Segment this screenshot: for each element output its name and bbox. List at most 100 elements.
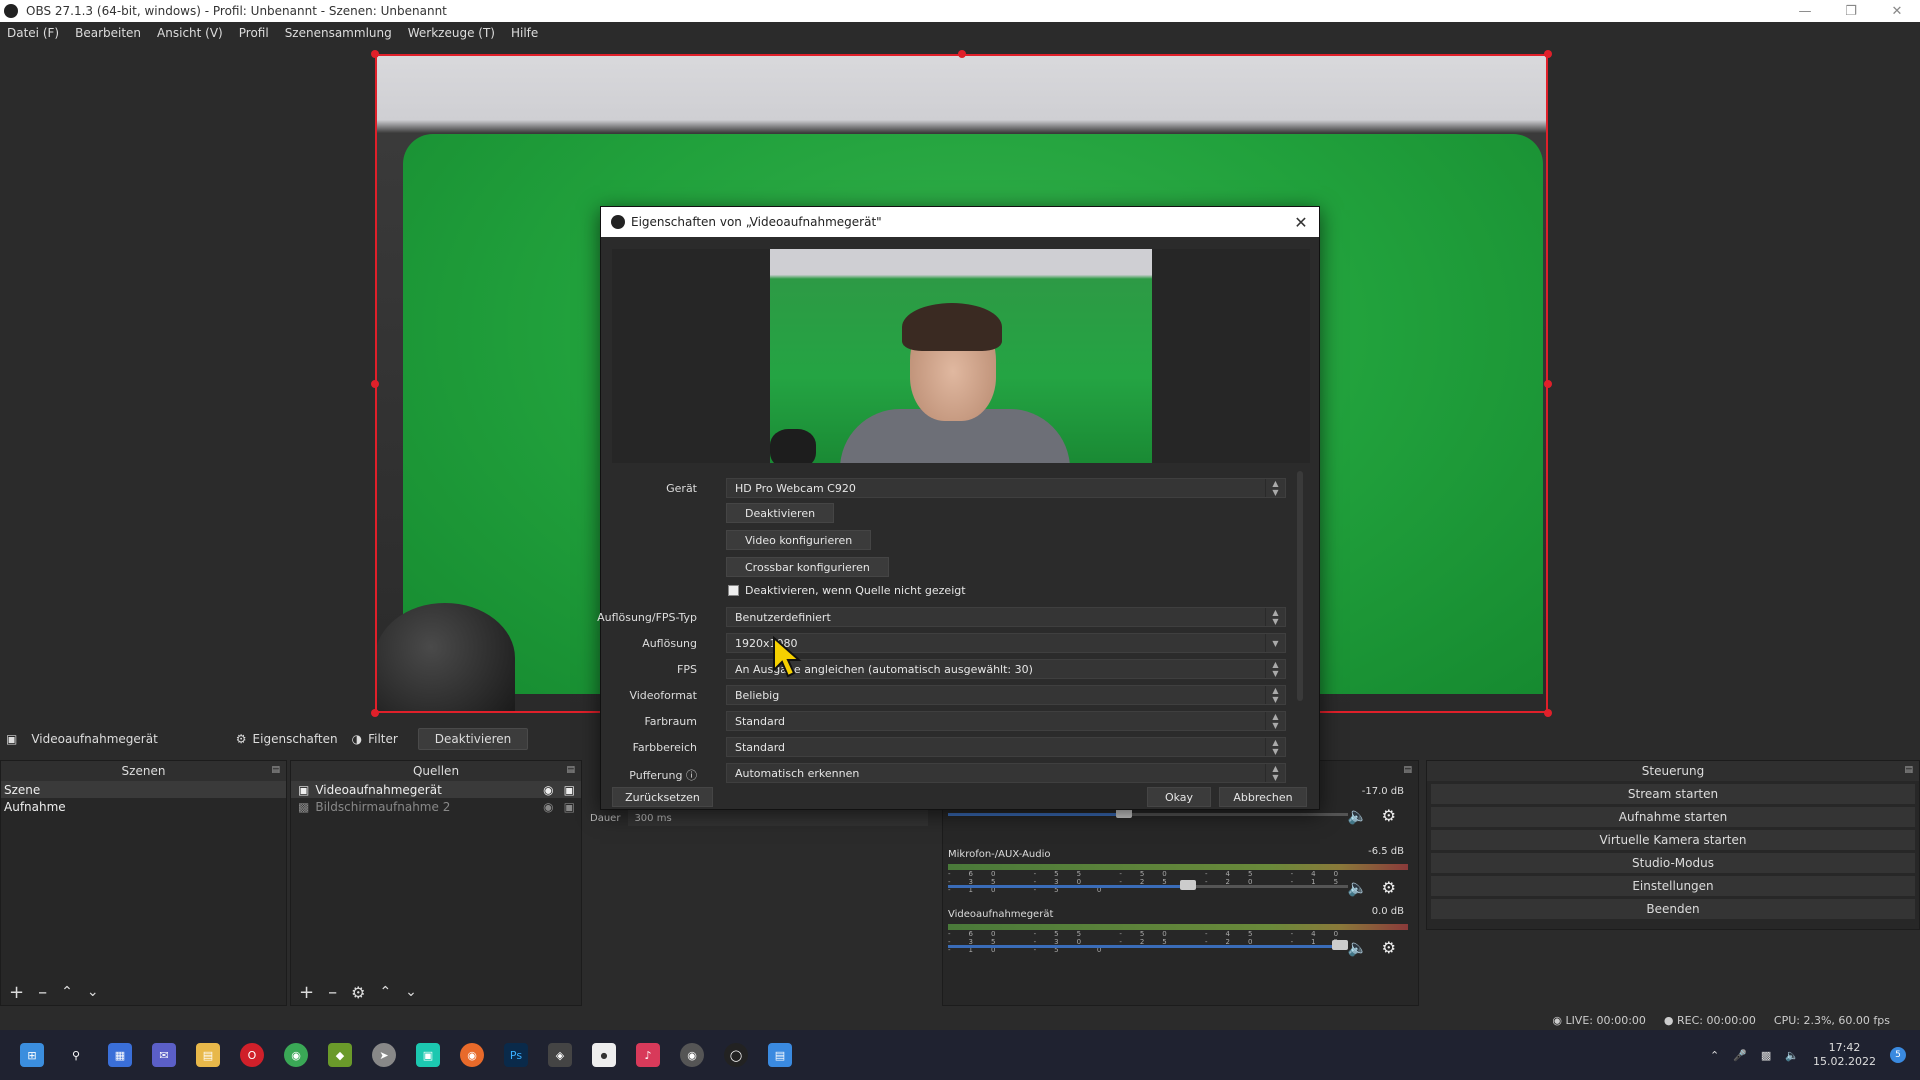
- speaker-icon[interactable]: 🔈: [1348, 806, 1368, 825]
- speaker-icon[interactable]: 🔈: [1348, 938, 1368, 957]
- configure-video-button[interactable]: Video konfigurieren: [726, 530, 872, 550]
- help-icon[interactable]: ⓘ: [686, 769, 697, 782]
- resize-handle-l[interactable]: [371, 379, 379, 388]
- volume-icon[interactable]: 🔈: [1785, 1049, 1799, 1062]
- gear-icon[interactable]: ⚙: [1382, 806, 1396, 825]
- app-icon[interactable]: ●: [592, 1043, 616, 1067]
- remove-icon[interactable]: –: [328, 982, 337, 1003]
- resize-handle-tl[interactable]: [371, 50, 379, 58]
- volume-thumb[interactable]: [1180, 880, 1196, 890]
- configure-crossbar-button[interactable]: Crossbar konfigurieren: [726, 557, 889, 577]
- menu-help[interactable]: Hilfe: [511, 26, 538, 40]
- scene-item[interactable]: Aufnahme: [1, 798, 286, 815]
- app-icon[interactable]: ➤: [372, 1043, 396, 1067]
- fps-select[interactable]: An Ausgabe angleichen (automatisch ausge…: [726, 659, 1286, 679]
- search-icon[interactable]: ⚲: [64, 1043, 88, 1067]
- volume-slider[interactable]: 🔈 ⚙: [948, 878, 1408, 897]
- maximize-button[interactable]: ❐: [1828, 4, 1874, 19]
- okay-button[interactable]: Okay: [1147, 787, 1211, 807]
- volume-thumb[interactable]: [1332, 940, 1348, 950]
- chat-icon[interactable]: ✉: [152, 1043, 176, 1067]
- speaker-icon[interactable]: 🔈: [1348, 878, 1368, 897]
- menu-tools[interactable]: Werkzeuge (T): [408, 26, 495, 40]
- source-item[interactable]: ▩ Bildschirmaufnahme 2 ◉ ▣: [291, 798, 581, 815]
- gear-icon[interactable]: ⚙: [1382, 938, 1396, 957]
- opera-icon[interactable]: O: [240, 1043, 264, 1067]
- gear-icon[interactable]: ⚙: [1382, 878, 1396, 897]
- scene-item[interactable]: Szene: [1, 781, 286, 798]
- studio-mode-button[interactable]: Studio-Modus: [1431, 853, 1915, 873]
- add-icon[interactable]: +: [9, 982, 24, 1003]
- duration-field[interactable]: 300 ms: [628, 810, 929, 826]
- task-view-icon[interactable]: ▦: [108, 1043, 132, 1067]
- resize-handle-br[interactable]: [1544, 709, 1552, 717]
- app-icon[interactable]: ♪: [636, 1043, 660, 1067]
- microphone-icon[interactable]: 🎤: [1733, 1049, 1747, 1062]
- network-icon[interactable]: ▩: [1761, 1049, 1771, 1062]
- app-icon[interactable]: ◆: [328, 1043, 352, 1067]
- resize-handle-tr[interactable]: [1544, 50, 1552, 58]
- undock-icon[interactable]: ▤: [1403, 765, 1412, 775]
- chrome-icon[interactable]: ◉: [284, 1043, 308, 1067]
- undock-icon[interactable]: ▤: [271, 765, 280, 775]
- deactivate-when-hidden-checkbox[interactable]: Deaktivieren, wenn Quelle nicht gezeigt: [728, 584, 966, 597]
- menu-file[interactable]: Datei (F): [7, 26, 59, 40]
- source-item[interactable]: ▣ Videoaufnahmegerät ◉ ▣: [291, 781, 581, 798]
- resize-handle-bl[interactable]: [371, 709, 379, 717]
- move-up-icon[interactable]: ⌃: [379, 984, 391, 1000]
- firefox-icon[interactable]: ◉: [460, 1043, 484, 1067]
- deactivate-button[interactable]: Deaktivieren: [417, 728, 529, 750]
- buffering-select[interactable]: Automatisch erkennen ▲ ▼: [726, 763, 1286, 783]
- chevron-up-icon[interactable]: ⌃: [1710, 1049, 1719, 1062]
- move-down-icon[interactable]: ⌄: [87, 984, 99, 1000]
- menu-profile[interactable]: Profil: [239, 26, 269, 40]
- resize-handle-r[interactable]: [1544, 379, 1552, 388]
- video-format-select[interactable]: Beliebig ▲ ▼: [726, 685, 1286, 705]
- menu-edit[interactable]: Bearbeiten: [75, 26, 141, 40]
- menu-view[interactable]: Ansicht (V): [157, 26, 223, 40]
- minimize-button[interactable]: —: [1782, 4, 1828, 19]
- lock-icon[interactable]: ▣: [564, 783, 575, 797]
- undock-icon[interactable]: ▤: [566, 765, 575, 775]
- visibility-eye-icon[interactable]: ◉: [543, 783, 553, 797]
- start-virtual-camera-button[interactable]: Virtuelle Kamera starten: [1431, 830, 1915, 850]
- clock[interactable]: 17:42 15.02.2022: [1813, 1041, 1876, 1069]
- visibility-eye-icon[interactable]: ◉: [543, 800, 553, 814]
- resolution-combo[interactable]: 1920x1080 ▼: [726, 633, 1286, 653]
- notepad-icon[interactable]: ▤: [768, 1043, 792, 1067]
- chevron-down-icon[interactable]: ▼: [1265, 634, 1285, 652]
- cancel-button[interactable]: Abbrechen: [1219, 787, 1307, 807]
- volume-slider[interactable]: 🔈 ⚙: [948, 806, 1408, 825]
- start-recording-button[interactable]: Aufnahme starten: [1431, 807, 1915, 827]
- notification-badge[interactable]: 5: [1890, 1047, 1906, 1063]
- app-icon[interactable]: ◯: [724, 1043, 748, 1067]
- start-stream-button[interactable]: Stream starten: [1431, 784, 1915, 804]
- remove-icon[interactable]: –: [38, 982, 47, 1003]
- colorrange-select[interactable]: Standard ▲ ▼: [726, 737, 1286, 757]
- move-down-icon[interactable]: ⌄: [405, 984, 417, 1000]
- resize-handle-t[interactable]: [957, 50, 966, 58]
- gear-icon[interactable]: ⚙: [351, 983, 365, 1002]
- photoshop-icon[interactable]: Ps: [504, 1043, 528, 1067]
- properties-scrollbar[interactable]: [1297, 471, 1303, 701]
- properties-button[interactable]: ⚙ Eigenschaften: [236, 732, 338, 746]
- obs-taskbar-icon[interactable]: ◉: [680, 1043, 704, 1067]
- exit-button[interactable]: Beenden: [1431, 899, 1915, 919]
- colorspace-select[interactable]: Standard ▲ ▼: [726, 711, 1286, 731]
- reset-button[interactable]: Zurücksetzen: [612, 787, 713, 807]
- close-window-button[interactable]: ✕: [1874, 4, 1920, 19]
- filter-button[interactable]: ◑ Filter: [352, 732, 398, 746]
- settings-button[interactable]: Einstellungen: [1431, 876, 1915, 896]
- menu-scene-collection[interactable]: Szenensammlung: [285, 26, 392, 40]
- file-explorer-icon[interactable]: ▤: [196, 1043, 220, 1067]
- lock-icon[interactable]: ▣: [564, 800, 575, 814]
- app-icon[interactable]: ◈: [548, 1043, 572, 1067]
- windows-start-icon[interactable]: ⊞: [20, 1043, 44, 1067]
- res-type-select[interactable]: Benutzerdefiniert ▲ ▼: [726, 607, 1286, 627]
- volume-slider[interactable]: 🔈 ⚙: [948, 938, 1408, 957]
- device-select[interactable]: HD Pro Webcam C920 ▲ ▼: [726, 478, 1286, 498]
- add-icon[interactable]: +: [299, 982, 314, 1003]
- move-up-icon[interactable]: ⌃: [61, 984, 73, 1000]
- deactivate-device-button[interactable]: Deaktivieren: [726, 503, 835, 523]
- undock-icon[interactable]: ▤: [1904, 765, 1913, 775]
